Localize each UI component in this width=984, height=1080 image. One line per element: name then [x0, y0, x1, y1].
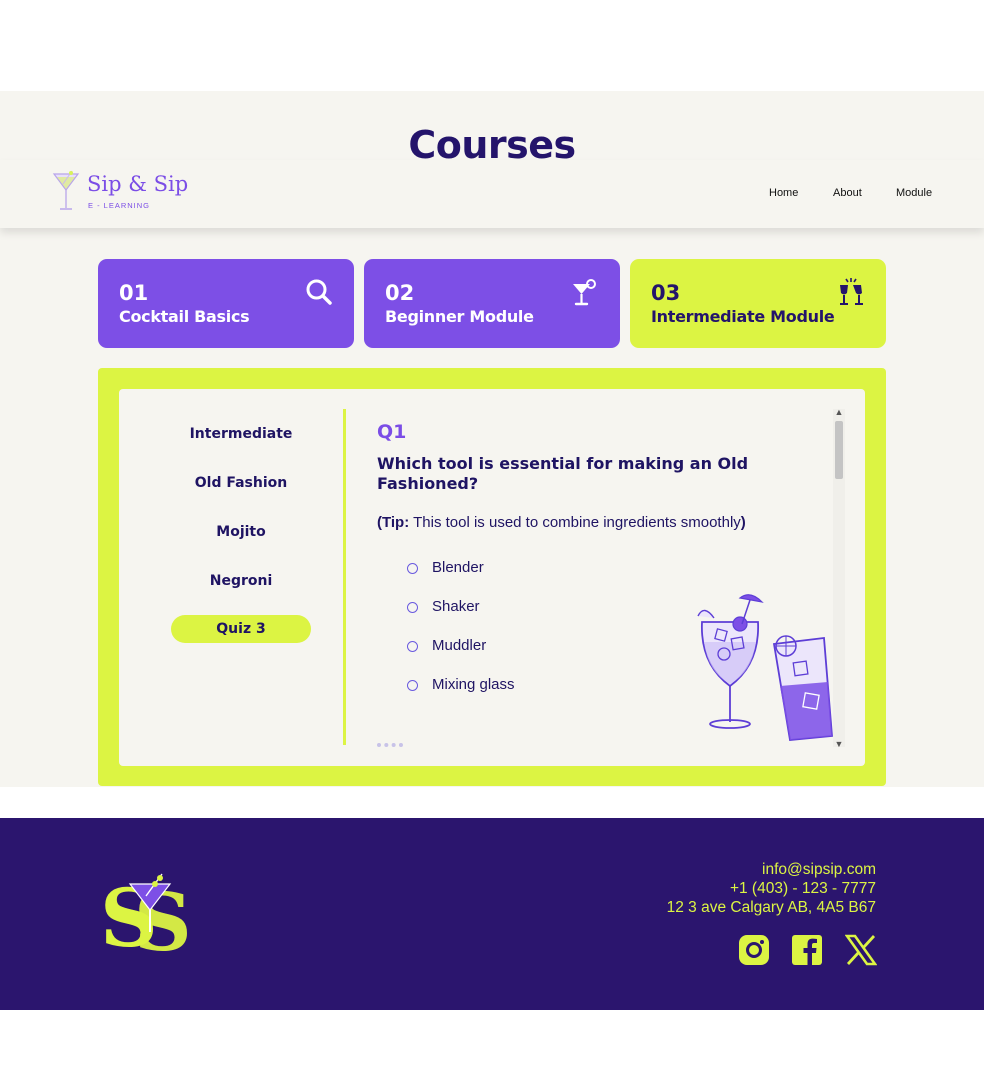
courses-section: Courses Sip & Sip E - LEARNING Home Abou…	[0, 91, 984, 787]
x-icon[interactable]	[845, 934, 877, 966]
next-question-peek	[377, 743, 403, 751]
quiz-panel: Intermediate Old Fashion Mojito Negroni …	[98, 368, 886, 786]
panel-divider	[343, 409, 346, 745]
option-label: Muddler	[432, 637, 487, 654]
brand-logo[interactable]: Sip & Sip E - LEARNING	[52, 170, 202, 216]
tip-label: Tip:	[382, 514, 410, 531]
facebook-icon[interactable]	[791, 934, 823, 966]
module-title: Beginner Module	[385, 307, 534, 326]
sidebar-item-negroni[interactable]: Negroni	[171, 573, 311, 589]
contact-email[interactable]: info@sipsip.com	[667, 860, 876, 879]
scroll-down-arrow-icon[interactable]: ▼	[833, 739, 845, 749]
radio-button[interactable]	[407, 602, 418, 613]
brand-name: Sip & Sip	[87, 172, 189, 196]
option-label: Shaker	[432, 598, 480, 615]
cheers-glasses-icon	[840, 278, 863, 305]
nav-module-link[interactable]: Module	[896, 187, 932, 199]
question-number: Q1	[377, 421, 407, 443]
module-title: Intermediate Module	[651, 307, 835, 326]
sidebar-item-old-fashion[interactable]: Old Fashion	[171, 475, 311, 491]
site-footer: S S info@sipsip.com +1 (403) - 123 - 777…	[0, 818, 984, 1010]
module-number: 02	[385, 281, 415, 305]
module-number: 01	[119, 281, 149, 305]
quiz-scrollbar[interactable]: ▲ ▼	[833, 407, 845, 749]
sidebar-item-mojito[interactable]: Mojito	[171, 524, 311, 540]
radio-button[interactable]	[407, 680, 418, 691]
module-card-intermediate[interactable]: 03 Intermediate Module	[630, 259, 886, 348]
quiz-content: Intermediate Old Fashion Mojito Negroni …	[119, 389, 865, 766]
tip-text: This tool is used to combine ingredients…	[409, 514, 741, 531]
option-label: Blender	[432, 559, 484, 576]
contact-info: info@sipsip.com +1 (403) - 123 - 7777 12…	[667, 860, 876, 917]
cocktail-glass-icon	[573, 279, 596, 306]
navbar: Sip & Sip E - LEARNING Home About Module	[0, 160, 984, 228]
question-text: Which tool is essential for making an Ol…	[377, 454, 749, 493]
radio-button[interactable]	[407, 563, 418, 574]
question-tip: (Tip: This tool is used to combine ingre…	[377, 514, 746, 531]
scroll-thumb[interactable]	[835, 421, 843, 479]
contact-phone[interactable]: +1 (403) - 123 - 7777	[667, 879, 876, 898]
martini-glass-icon	[52, 170, 80, 210]
sip-and-sip-monogram-logo[interactable]: S S	[100, 870, 195, 960]
module-title: Cocktail Basics	[119, 307, 250, 326]
nav-home-link[interactable]: Home	[769, 187, 798, 199]
contact-address: 12 3 ave Calgary AB, 4A5 B67	[666, 899, 876, 916]
tip-close-paren: )	[740, 514, 746, 531]
module-number: 03	[651, 281, 681, 305]
sidebar-item-intermediate[interactable]: Intermediate	[171, 426, 311, 442]
scroll-up-arrow-icon[interactable]: ▲	[833, 407, 845, 417]
nav-about-link[interactable]: About	[833, 187, 862, 199]
sidebar-item-quiz-3[interactable]: Quiz 3	[171, 615, 311, 643]
module-card-beginner[interactable]: 02 Beginner Module	[364, 259, 620, 348]
module-card-cocktail-basics[interactable]: 01 Cocktail Basics	[98, 259, 354, 348]
option-label: Mixing glass	[432, 676, 515, 693]
instagram-icon[interactable]	[738, 934, 770, 966]
brand-tagline: E - LEARNING	[88, 201, 151, 210]
cocktails-illustration	[697, 594, 833, 741]
search-icon	[306, 279, 332, 305]
radio-button[interactable]	[407, 641, 418, 652]
